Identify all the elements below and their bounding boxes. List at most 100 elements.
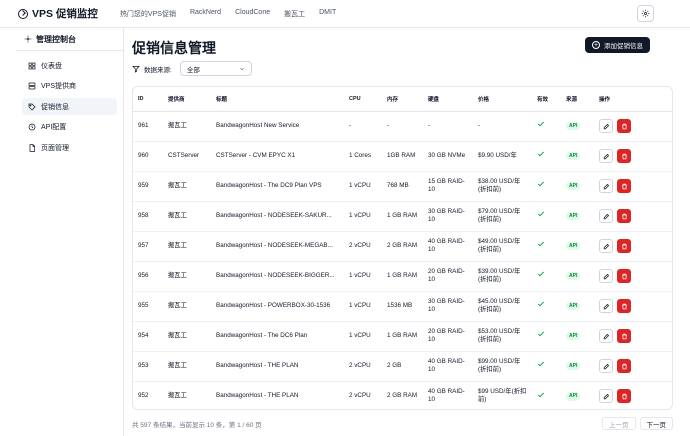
- edit-button[interactable]: [599, 149, 613, 163]
- nav-link-cloudcone[interactable]: CloudCone: [235, 9, 270, 19]
- cell-price: $99 USD/年(折扣前): [478, 388, 527, 404]
- cell-actions: [594, 351, 672, 382]
- cell-actions: [594, 171, 672, 202]
- sidebar-item-label: 页面管理: [41, 144, 69, 152]
- cell-id: 953: [133, 351, 163, 382]
- source-badge: API: [566, 271, 581, 281]
- trash-icon: [621, 213, 627, 219]
- cell-id: 954: [133, 321, 163, 352]
- nav-link-hot[interactable]: 热门您的VPS促销: [120, 9, 176, 19]
- sidebar-item-label: 仪表盘: [41, 62, 62, 70]
- cell-disk: 15 GB RAID-10: [423, 171, 473, 202]
- cell-provider: 搬瓦工: [163, 321, 211, 352]
- table-row: 955 搬瓦工 BandwagonHost - POWERBOX-30-1536 1 …: [133, 291, 672, 322]
- pagination: 上一页 下一页: [602, 417, 673, 430]
- cell-title: BandwagonHost - THE PLAN: [216, 392, 299, 400]
- check-icon: [537, 362, 545, 367]
- delete-button[interactable]: [617, 209, 631, 223]
- delete-button[interactable]: [617, 389, 631, 404]
- delete-button[interactable]: [617, 119, 631, 133]
- sidebar-item-providers[interactable]: VPS提供商: [22, 78, 117, 95]
- delete-button[interactable]: [617, 299, 631, 313]
- cell-cpu: 1 vCPU: [344, 291, 382, 322]
- cell-provider: 搬瓦工: [163, 261, 211, 292]
- delete-button[interactable]: [617, 269, 631, 283]
- cell-provider: 搬瓦工: [163, 201, 211, 232]
- edit-button[interactable]: [599, 119, 613, 133]
- chevron-down-icon: [240, 67, 244, 70]
- table-row: 961 搬瓦工 BandwagonHost New Service - - - - API: [133, 111, 672, 142]
- add-promotion-button[interactable]: + 添加促销信息: [585, 37, 650, 53]
- cell-cpu: 2 vCPU: [344, 351, 382, 382]
- cell-disk: 30 GB RAID-10: [423, 291, 473, 322]
- table-header-row: ID 提供商 标题 CPU 内存 硬盘 价格 有效 来源 操作: [133, 87, 672, 112]
- col-title: 标题: [211, 87, 344, 112]
- cell-valid: [532, 381, 561, 409]
- delete-button[interactable]: [617, 239, 631, 253]
- brand-title: VPS 促销监控: [32, 8, 98, 20]
- cell-source: API: [561, 351, 594, 382]
- pencil-icon: [603, 303, 609, 309]
- page-title: 促销信息管理: [132, 40, 216, 56]
- nav-link-racknerd[interactable]: RackNerd: [190, 9, 221, 19]
- settings-button[interactable]: [637, 5, 654, 22]
- trash-icon: [621, 273, 627, 279]
- edit-button[interactable]: [599, 359, 613, 373]
- row-actions: [599, 269, 669, 283]
- edit-button[interactable]: [599, 329, 613, 343]
- sidebar-item-api[interactable]: API配置: [22, 119, 117, 136]
- delete-button[interactable]: [617, 149, 631, 163]
- cell-ram: 2 GB RAM: [382, 231, 423, 262]
- source-select[interactable]: 全部: [179, 61, 252, 76]
- edit-button[interactable]: [599, 239, 613, 253]
- cell-actions: [594, 111, 672, 142]
- check-icon: [537, 332, 545, 337]
- cell-actions: [594, 261, 672, 292]
- brand[interactable]: VPS 促销监控: [18, 6, 98, 21]
- sidebar-item-pages[interactable]: 页面管理: [22, 139, 117, 156]
- delete-button[interactable]: [617, 179, 631, 193]
- next-page-button[interactable]: 下一页: [639, 417, 673, 430]
- dashboard-icon: [28, 62, 36, 69]
- trash-icon: [621, 393, 627, 399]
- prev-page-button[interactable]: 上一页: [602, 417, 636, 430]
- delete-button[interactable]: [617, 329, 631, 343]
- check-icon: [537, 182, 545, 187]
- plus-icon: +: [592, 41, 600, 49]
- source-badge: API: [566, 392, 581, 401]
- cell-price: $9.90 USD/年: [473, 141, 532, 172]
- col-price: 价格: [473, 87, 532, 112]
- sidebar-item-promotions[interactable]: 促销信息: [22, 98, 117, 115]
- edit-button[interactable]: [599, 209, 613, 223]
- cell-ram: -: [382, 111, 423, 142]
- cell-cpu: 1 vCPU: [344, 261, 382, 292]
- delete-button[interactable]: [617, 359, 631, 373]
- row-actions: [599, 299, 669, 313]
- cell-valid: [532, 201, 561, 232]
- top-navbar: VPS 促销监控 热门您的VPS促销 RackNerd CloudCone 搬瓦…: [0, 0, 690, 28]
- cell-valid: [532, 171, 561, 202]
- nav-link-bandwagon[interactable]: 搬瓦工: [284, 9, 305, 19]
- server-icon: [28, 82, 36, 90]
- cell-title: BandwagonHost - NODESEEK-MEGAB...: [211, 231, 344, 262]
- table-row: 956 搬瓦工 BandwagonHost - NODESEEK-BIGGER...…: [133, 261, 672, 292]
- table-row: 954 搬瓦工 BandwagonHost - The DC6 Plan 1 vCPU…: [133, 321, 672, 352]
- edit-button[interactable]: [599, 269, 613, 283]
- col-provider: 提供商: [163, 87, 211, 112]
- edit-button[interactable]: [599, 299, 613, 313]
- trash-icon: [621, 243, 627, 249]
- col-source: 来源: [561, 87, 594, 112]
- edit-button[interactable]: [599, 179, 613, 193]
- cell-ram: 1536 MB: [382, 291, 423, 322]
- cell-actions: [594, 231, 672, 262]
- edit-button[interactable]: [599, 389, 613, 404]
- sidebar-item-dashboard[interactable]: 仪表盘: [22, 57, 117, 74]
- cell-source: API: [561, 231, 594, 262]
- cell-source: API: [561, 201, 594, 232]
- check-icon: [537, 302, 545, 307]
- trash-icon: [621, 123, 627, 129]
- table-row: 960 CSTServer CSTServer - CVM EPYC X1 1 Cor…: [133, 141, 672, 172]
- nav-link-dmit[interactable]: DMIT: [319, 9, 336, 19]
- cell-ram: 1GB RAM: [382, 141, 423, 172]
- cell-cpu: 1 vCPU: [344, 201, 382, 232]
